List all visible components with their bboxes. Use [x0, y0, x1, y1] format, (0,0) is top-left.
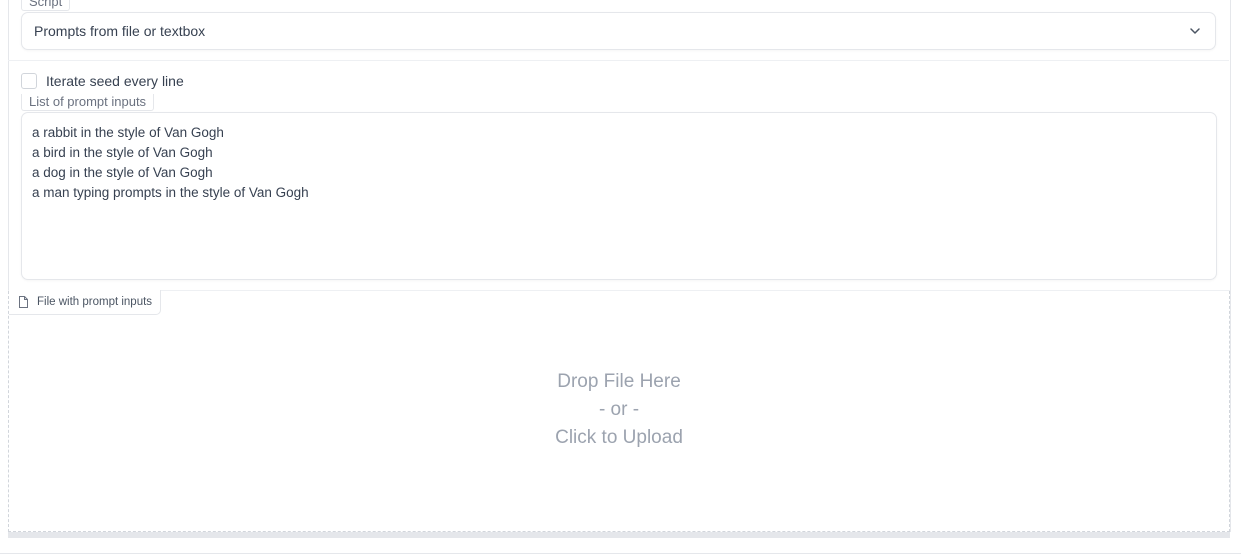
prompt-line: a rabbit in the style of Van Gogh — [32, 125, 224, 140]
script-dropdown-value: Prompts from file or textbox — [34, 23, 206, 39]
script-selector-block: Script Prompts from file or textbox — [8, 0, 1229, 61]
prompt-line: a bird in the style of Van Gogh — [32, 145, 213, 160]
prompt-line: a dog in the style of Van Gogh — [32, 165, 213, 180]
drop-file-text: Drop File Here — [557, 371, 681, 392]
iterate-seed-option[interactable]: Iterate seed every line — [21, 73, 184, 89]
file-drop-zone[interactable]: File with prompt inputs Drop File Here -… — [8, 290, 1230, 532]
click-to-upload-text[interactable]: Click to Upload — [9, 427, 1229, 449]
file-upload-label-text: File with prompt inputs — [37, 296, 153, 308]
script-dropdown[interactable]: Prompts from file or textbox — [21, 12, 1216, 50]
file-upload-label: File with prompt inputs — [9, 290, 162, 315]
or-separator: - or - — [598, 399, 640, 420]
file-icon — [19, 296, 28, 308]
script-legend: Script — [21, 0, 71, 11]
iterate-seed-label: Iterate seed every line — [46, 73, 184, 89]
bottom-divider — [0, 553, 1241, 554]
chevron-down-icon — [1190, 28, 1200, 34]
prompt-list-legend: List of prompt inputs — [21, 94, 155, 111]
prompt-list-textarea[interactable]: a rabbit in the style of Van Gogh a bird… — [21, 112, 1217, 280]
panel-bottom-bar — [8, 532, 1230, 538]
prompt-line: a man typing prompts in the style of Van… — [32, 185, 309, 200]
iterate-seed-checkbox[interactable] — [21, 73, 37, 89]
